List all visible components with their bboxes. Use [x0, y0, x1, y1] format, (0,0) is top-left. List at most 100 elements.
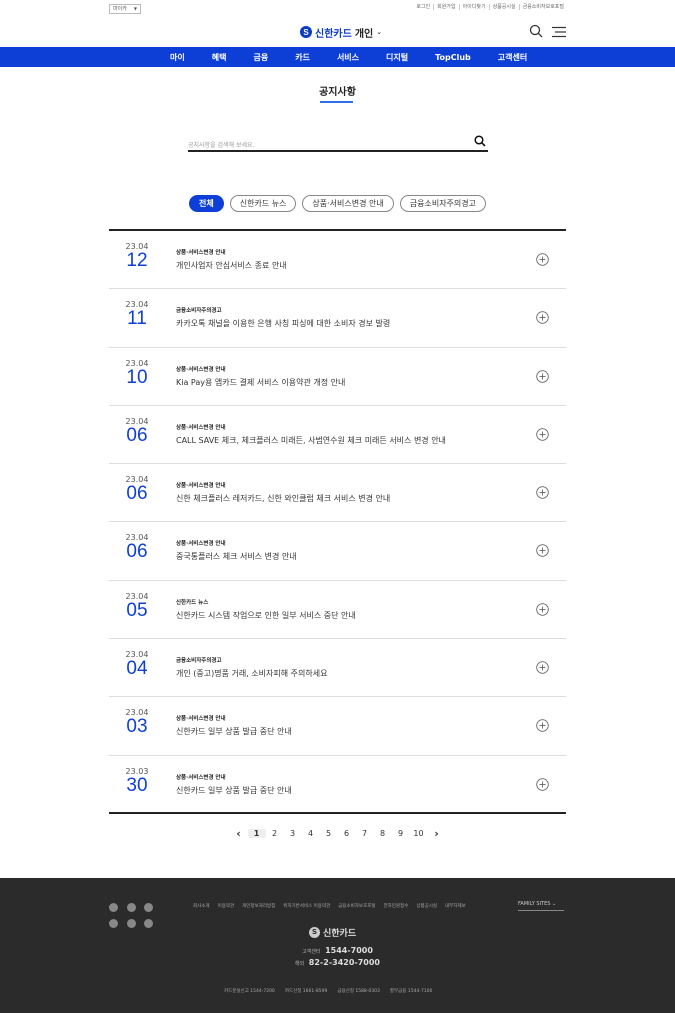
nav-item-finance[interactable]: 금융: [253, 52, 268, 63]
lost-card-contact: 카드분실신고 1544-7200: [224, 989, 275, 994]
post-icon[interactable]: [144, 919, 153, 928]
signup-link[interactable]: 회원가입: [433, 4, 458, 10]
notice-category: 상품·서비스변경 안내: [176, 366, 226, 373]
nav-item-service[interactable]: 서비스: [337, 52, 359, 63]
list-item[interactable]: 23.04 06 상품·서비스변경 안내 CALL SAVE 체크, 체크플러스…: [109, 406, 566, 465]
consumer-protection-link[interactable]: 금융소비자보호포털: [518, 4, 567, 10]
list-item[interactable]: 23.04 05 신한카드 뉴스 신한카드 시스템 작업으로 인한 일부 서비스…: [109, 581, 566, 640]
list-item[interactable]: 23.04 06 상품·서비스변경 안내 중국통플러스 체크 서비스 변경 안내: [109, 522, 566, 581]
list-item[interactable]: 23.03 30 상품·서비스변경 안내 신한카드 일부 상품 발급 중단 안내: [109, 756, 566, 814]
notice-subject[interactable]: CALL SAVE 체크, 체크플러스 미래든, 사범연수원 체크 미래든 서비…: [176, 435, 446, 446]
prev-page-icon[interactable]: ‹: [230, 827, 248, 840]
page-9[interactable]: 9: [392, 829, 410, 838]
expand-plus-icon[interactable]: [536, 311, 549, 325]
notice-search: [188, 132, 488, 155]
notice-subject[interactable]: 중국통플러스 체크 서비스 변경 안내: [176, 551, 297, 562]
nav-item-topclub[interactable]: TopClub: [435, 53, 471, 62]
list-item[interactable]: 23.04 12 상품·서비스변경 안내 개인사업자 안심서비스 종료 안내: [109, 231, 566, 290]
tab-all[interactable]: 전체: [188, 195, 224, 212]
page-5[interactable]: 5: [320, 829, 338, 838]
footer-link-about[interactable]: 회사소개: [193, 903, 210, 909]
expand-plus-icon[interactable]: [536, 486, 549, 499]
expand-plus-icon[interactable]: [536, 719, 549, 733]
search-input[interactable]: [188, 136, 458, 155]
page-4[interactable]: 4: [302, 829, 320, 838]
hamburger-menu-icon[interactable]: [552, 26, 566, 38]
notice-subject[interactable]: 신한카드 시스템 작업으로 인한 일부 서비스 중단 안내: [176, 610, 356, 621]
page-8[interactable]: 8: [374, 829, 392, 838]
twitter-icon[interactable]: [144, 903, 153, 912]
youtube-icon[interactable]: [127, 903, 136, 912]
notice-day: 30: [126, 774, 148, 796]
notice-subject[interactable]: Kia Pay용 앱카드 결제 서비스 이용약관 개정 안내: [176, 377, 345, 388]
page-3[interactable]: 3: [284, 829, 302, 838]
notice-date: 23.04 12: [119, 242, 155, 271]
list-item[interactable]: 23.04 11 금융소비자주의경고 카카오톡 채널을 이용한 은행 사칭 피싱…: [109, 289, 566, 348]
notice-subject[interactable]: 개인 (중고)명품 거래, 소비자피해 주의하세요: [176, 668, 327, 679]
expand-plus-icon[interactable]: [536, 544, 549, 558]
product-disclosure-link[interactable]: 상품공시실: [488, 4, 519, 10]
notice-day: 06: [126, 483, 148, 505]
expand-plus-icon[interactable]: [536, 428, 549, 441]
expand-plus-icon[interactable]: [536, 369, 549, 383]
overseas-label: 해외: [295, 961, 305, 967]
notice-subject[interactable]: 신한카드 일부 상품 발급 중단 안내: [176, 726, 292, 737]
notice-category: 금융소비자주의경고: [176, 308, 222, 315]
footer-link-consumer-protection[interactable]: 금융소비자보호포털: [338, 903, 375, 909]
notice-date: 23.03 30: [119, 767, 155, 796]
notice-subject[interactable]: 개인사업자 안심서비스 종료 안내: [176, 260, 287, 271]
tab-consumer-warning[interactable]: 금융소비자주의경고: [399, 195, 486, 212]
kakao-icon[interactable]: [109, 903, 118, 912]
notice-day: 06: [126, 424, 148, 446]
page-6[interactable]: 6: [338, 829, 356, 838]
page-10[interactable]: 10: [410, 829, 428, 838]
expand-plus-icon[interactable]: [536, 603, 549, 616]
notice-subject[interactable]: 카카오톡 채널을 이용한 은행 사칭 피싱에 대한 소비자 경보 발령: [176, 318, 390, 329]
nav-item-card[interactable]: 카드: [295, 52, 310, 63]
notice-day: 11: [127, 308, 147, 330]
notice-subject[interactable]: 신한카드 일부 상품 발급 중단 안내: [176, 785, 292, 796]
footer-link-whistleblow[interactable]: 내부자제보: [445, 903, 466, 909]
page-1[interactable]: 1: [247, 829, 266, 838]
site-select-value: 마이카: [113, 6, 127, 12]
logo-text: 신한카드: [315, 28, 352, 40]
nav-item-customer-center[interactable]: 고객센터: [498, 52, 527, 63]
tab-shinhan-news[interactable]: 신한카드 뉴스: [229, 195, 297, 212]
expand-plus-icon[interactable]: [536, 777, 549, 791]
search-icon[interactable]: [474, 135, 486, 147]
list-item[interactable]: 23.04 06 상품·서비스변경 안내 신한 체크플러스 레저카드, 신한 와…: [109, 464, 566, 523]
main-navigation: 마이 혜택 금융 카드 서비스 디지털 TopClub 고객센터: [0, 47, 675, 67]
notice-day: 04: [126, 658, 148, 680]
tab-product-service-change[interactable]: 상품·서비스변경 안내: [302, 195, 394, 212]
family-sites-select[interactable]: FAMILY SITES ⌄: [518, 901, 564, 911]
login-link[interactable]: 로그인: [413, 4, 433, 10]
nav-item-my[interactable]: 마이: [170, 52, 185, 63]
blog-icon[interactable]: [127, 919, 136, 928]
footer-logo-text: 신한카드: [323, 929, 357, 939]
footer-link-location-terms[interactable]: 위치기반서비스 이용약관: [283, 903, 330, 909]
find-id-link[interactable]: 아이디찾기: [458, 4, 489, 10]
list-item[interactable]: 23.04 03 상품·서비스변경 안내 신한카드 일부 상품 발급 중단 안내: [109, 697, 566, 756]
category-tabs: 전체 신한카드 뉴스 상품·서비스변경 안내 금융소비자주의경고: [0, 195, 675, 212]
expand-plus-icon[interactable]: [536, 661, 549, 674]
footer-link-privacy[interactable]: 개인정보처리방침: [242, 903, 275, 909]
expand-plus-icon[interactable]: [536, 253, 549, 266]
nav-item-benefits[interactable]: 혜택: [212, 52, 227, 63]
notice-list: 23.04 12 상품·서비스변경 안내 개인사업자 안심서비스 종료 안내 2…: [109, 229, 566, 814]
facebook-icon[interactable]: [109, 919, 118, 928]
footer-link-disclosure[interactable]: 상품공시실: [416, 903, 437, 909]
footer-link-terms[interactable]: 이용약관: [218, 903, 235, 909]
notice-category: 금융소비자주의경고: [176, 658, 222, 665]
next-page-icon[interactable]: ›: [428, 827, 446, 840]
site-logo[interactable]: S 신한카드 개인 ⌄: [300, 24, 382, 40]
page-7[interactable]: 7: [356, 829, 374, 838]
list-item[interactable]: 23.04 04 금융소비자주의경고 개인 (중고)명품 거래, 소비자피해 주…: [109, 639, 566, 698]
site-select[interactable]: 마이카 ▼: [109, 4, 141, 14]
notice-subject[interactable]: 신한 체크플러스 레저카드, 신한 와인클럽 체크 서비스 변경 안내: [176, 493, 390, 504]
page-2[interactable]: 2: [266, 829, 284, 838]
footer-link-complaint[interactable]: 전자민원접수: [384, 903, 409, 909]
notice-date: 23.04 05: [119, 592, 155, 621]
search-icon[interactable]: [529, 24, 543, 38]
nav-item-digital[interactable]: 디지털: [386, 52, 408, 63]
list-item[interactable]: 23.04 10 상품·서비스변경 안내 Kia Pay용 앱카드 결제 서비스…: [109, 348, 566, 406]
